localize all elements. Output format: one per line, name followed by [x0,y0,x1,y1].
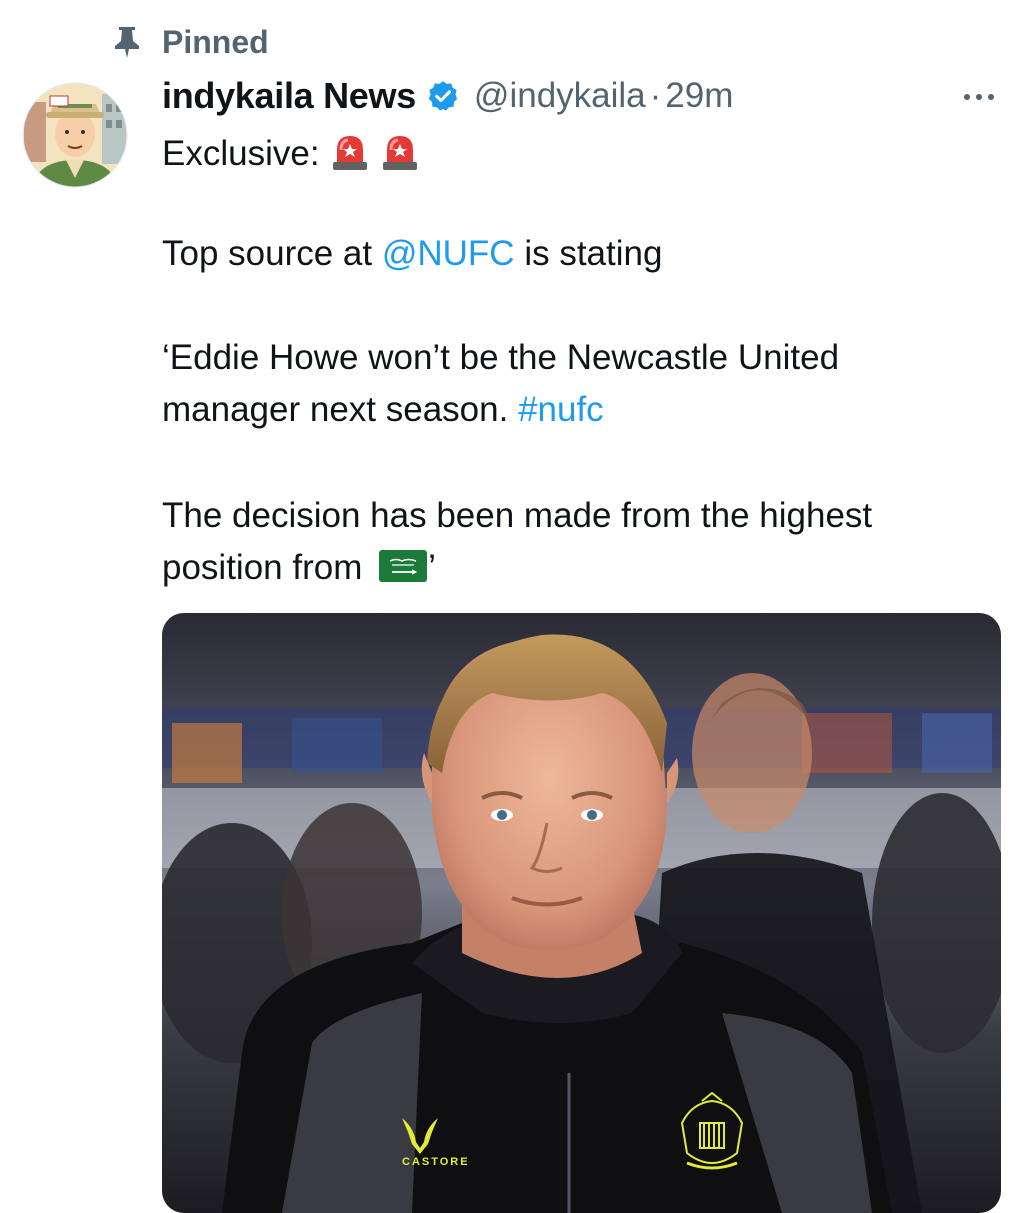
quote-line-1: ‘Eddie Howe won’t be the Newcastle Unite… [162,338,840,377]
more-options-icon[interactable] [958,82,1000,112]
tweet-photo[interactable]: CASTORE [162,613,1001,1213]
tweet-intro-line: Exclusive: [162,130,420,178]
tweet-decision-paragraph: The decision has been made from the high… [162,490,872,594]
hashtag-link[interactable]: #nufc [518,390,604,429]
tweet-quote-paragraph: ‘Eddie Howe won’t be the Newcastle Unite… [162,332,839,436]
saudi-arabia-flag-emoji [378,546,428,582]
intro-text: Exclusive: [162,134,320,173]
timestamp[interactable]: 29m [665,76,733,116]
avatar[interactable] [22,74,128,196]
police-siren-emoji [330,132,370,176]
kit-brand-text: CASTORE [402,1156,470,1168]
decision-line-1: The decision has been made from the high… [162,496,873,535]
quote-line-2: manager next season. [162,390,519,429]
closing-quote: ’ [428,548,436,587]
author-display-name[interactable]: indykaila News [162,75,416,117]
tweet-header: indykaila News @indykaila · 29m [162,74,733,118]
police-siren-emoji [380,132,420,176]
source-suffix-text: is stating [514,234,663,273]
pinned-label: Pinned [162,23,269,60]
separator-dot: · [649,76,662,115]
pin-icon [108,23,146,61]
decision-line-2: position from [162,548,373,587]
source-prefix-text: Top source at [162,234,382,273]
tweet-source-line: Top source at @NUFC is stating [162,228,662,280]
verified-badge-icon [428,81,458,111]
mention-link[interactable]: @NUFC [382,234,515,273]
pinned-indicator: Pinned [108,22,269,62]
author-handle[interactable]: @indykaila [474,76,646,116]
